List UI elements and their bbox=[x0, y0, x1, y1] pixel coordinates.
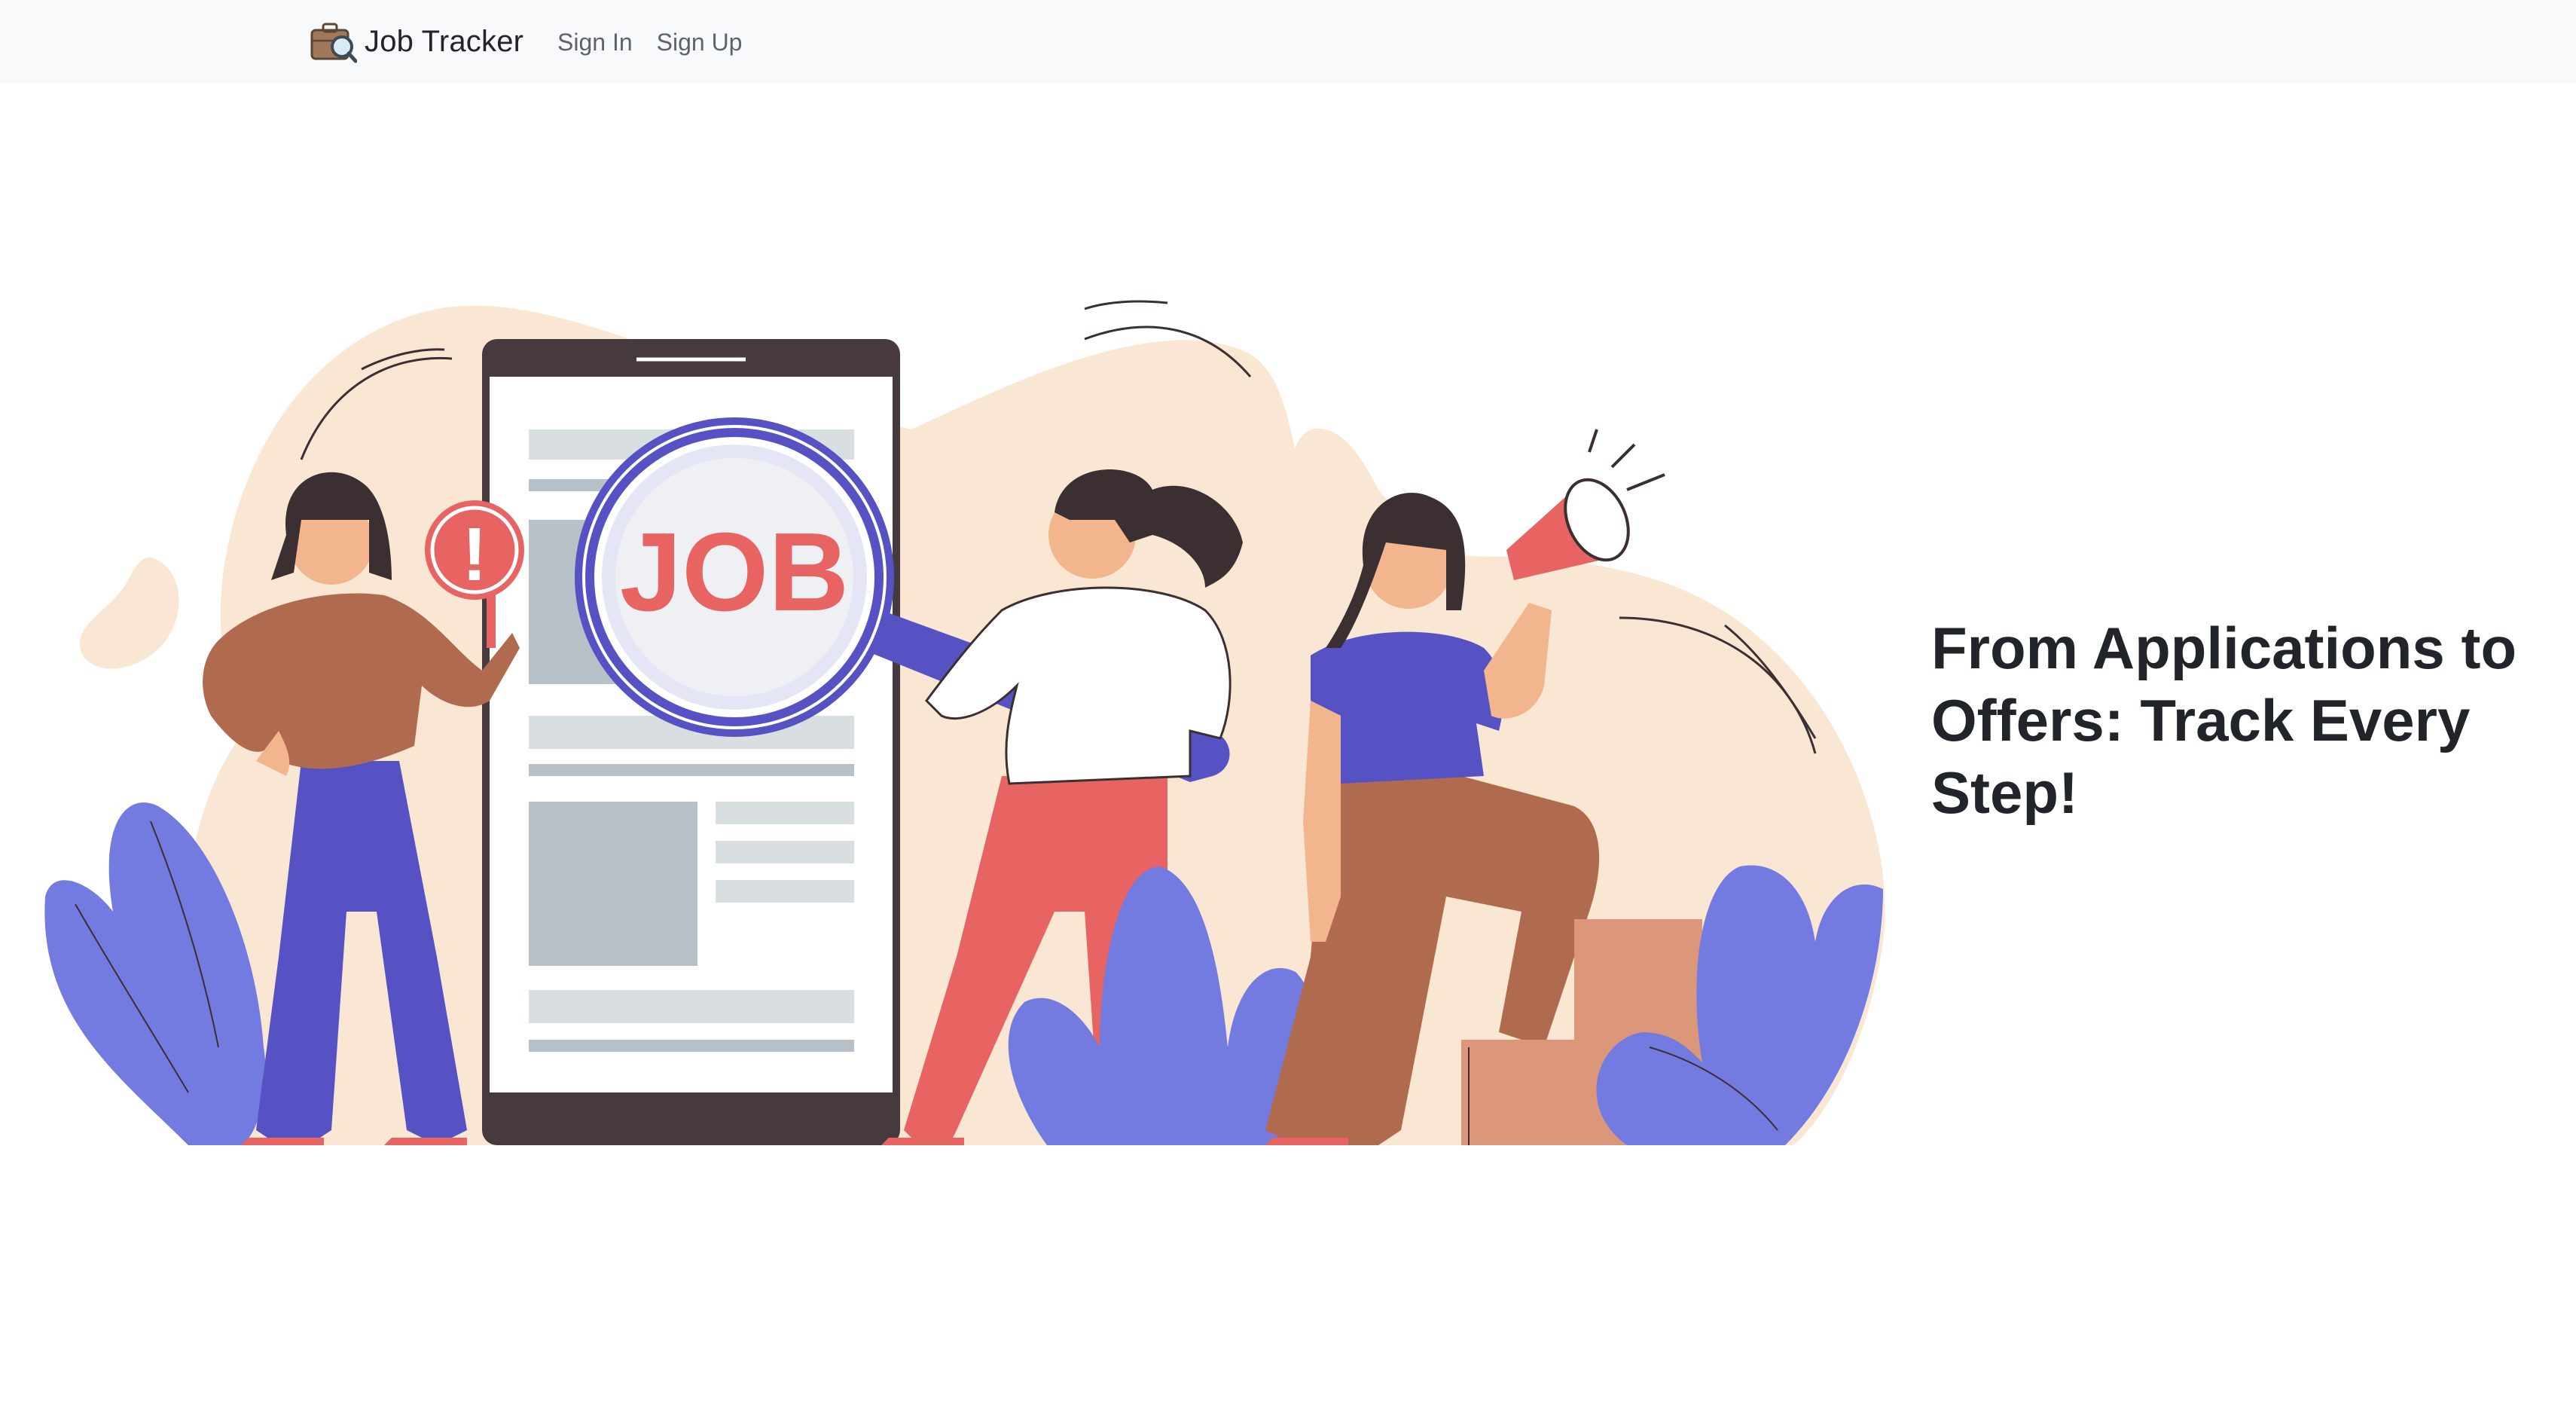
svg-text:!: ! bbox=[462, 512, 487, 597]
magnifier-job-text: JOB bbox=[620, 510, 849, 634]
hero-heading: From Applications to Offers: Track Every… bbox=[1931, 615, 2517, 826]
brand-link[interactable]: Job Tracker bbox=[310, 20, 523, 63]
sign-up-link[interactable]: Sign Up bbox=[657, 29, 743, 57]
brand-name: Job Tracker bbox=[365, 24, 524, 58]
top-navbar: Job Tracker Sign In Sign Up bbox=[0, 0, 2576, 83]
briefcase-magnifier-icon bbox=[310, 20, 358, 63]
nav-links: Sign In Sign Up bbox=[557, 23, 766, 62]
job-search-illustration: JOB ! bbox=[30, 294, 1898, 1153]
sign-in-link[interactable]: Sign In bbox=[557, 29, 633, 57]
